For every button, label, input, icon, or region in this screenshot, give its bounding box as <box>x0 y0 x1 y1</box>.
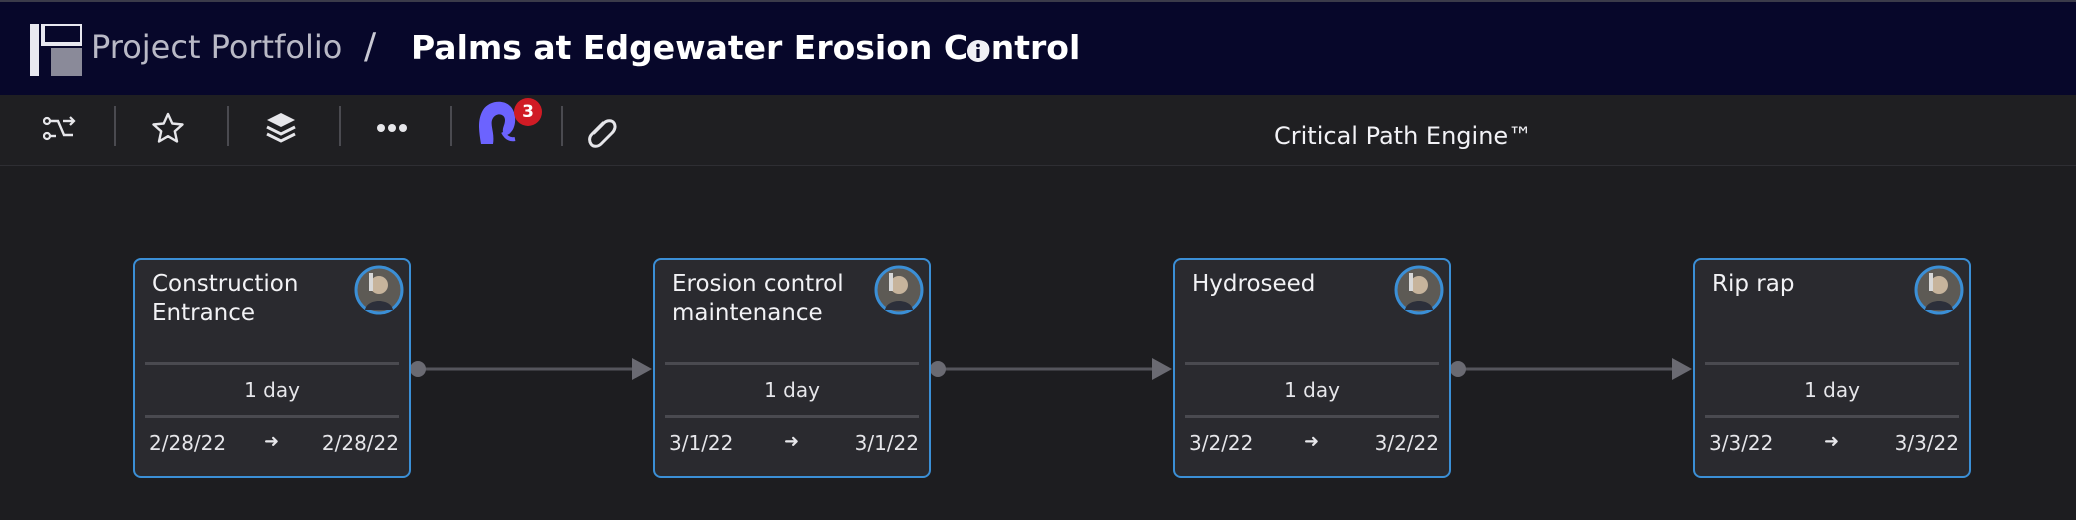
arrow-right-icon: ➜ <box>1824 431 1840 452</box>
task-end-date: 2/28/22 <box>321 431 399 455</box>
dependency-arrow[interactable] <box>1450 358 1692 380</box>
arrow-right-icon: ➜ <box>264 431 280 452</box>
task-end-date: 3/3/22 <box>1894 431 1959 455</box>
task-duration: 1 day <box>244 378 300 402</box>
task-duration: 1 day <box>1804 378 1860 402</box>
card-divider <box>145 415 399 418</box>
card-divider <box>1705 415 1959 418</box>
card-divider <box>665 362 919 365</box>
task-duration: 1 day <box>1284 378 1340 402</box>
task-start-date: 3/3/22 <box>1709 431 1774 455</box>
task-card[interactable]: Rip rap 1 day 3/3/22 ➜ 3/3/22 <box>1693 258 1971 478</box>
task-start-date: 3/2/22 <box>1189 431 1254 455</box>
task-card[interactable]: Hydroseed 1 day 3/2/22 ➜ 3/2/22 <box>1173 258 1451 478</box>
task-title: Hydroseed <box>1192 271 1316 297</box>
assignee-avatar[interactable] <box>1394 265 1444 315</box>
arrow-right-icon: ➜ <box>784 431 800 452</box>
task-title: Rip rap <box>1712 271 1795 297</box>
card-divider <box>145 362 399 365</box>
task-card[interactable]: Erosion control maintenance 1 day 3/1/22… <box>653 258 931 478</box>
task-end-date: 3/1/22 <box>854 431 919 455</box>
assignee-avatar[interactable] <box>1914 265 1964 315</box>
assignee-avatar[interactable] <box>874 265 924 315</box>
task-title: Construction Entrance <box>152 271 299 326</box>
card-divider <box>665 415 919 418</box>
card-divider <box>1705 362 1959 365</box>
task-card[interactable]: Construction Entrance 1 day 2/28/22 ➜ 2/… <box>133 258 411 478</box>
task-duration: 1 day <box>764 378 820 402</box>
assignee-avatar[interactable] <box>354 265 404 315</box>
dependency-arrow[interactable] <box>410 358 652 380</box>
dependency-arrow[interactable] <box>930 358 1172 380</box>
card-divider <box>1185 415 1439 418</box>
task-title: Erosion control maintenance <box>672 271 844 326</box>
task-end-date: 3/2/22 <box>1374 431 1439 455</box>
arrow-right-icon: ➜ <box>1304 431 1320 452</box>
task-start-date: 2/28/22 <box>149 431 227 455</box>
task-start-date: 3/1/22 <box>669 431 734 455</box>
card-divider <box>1185 362 1439 365</box>
